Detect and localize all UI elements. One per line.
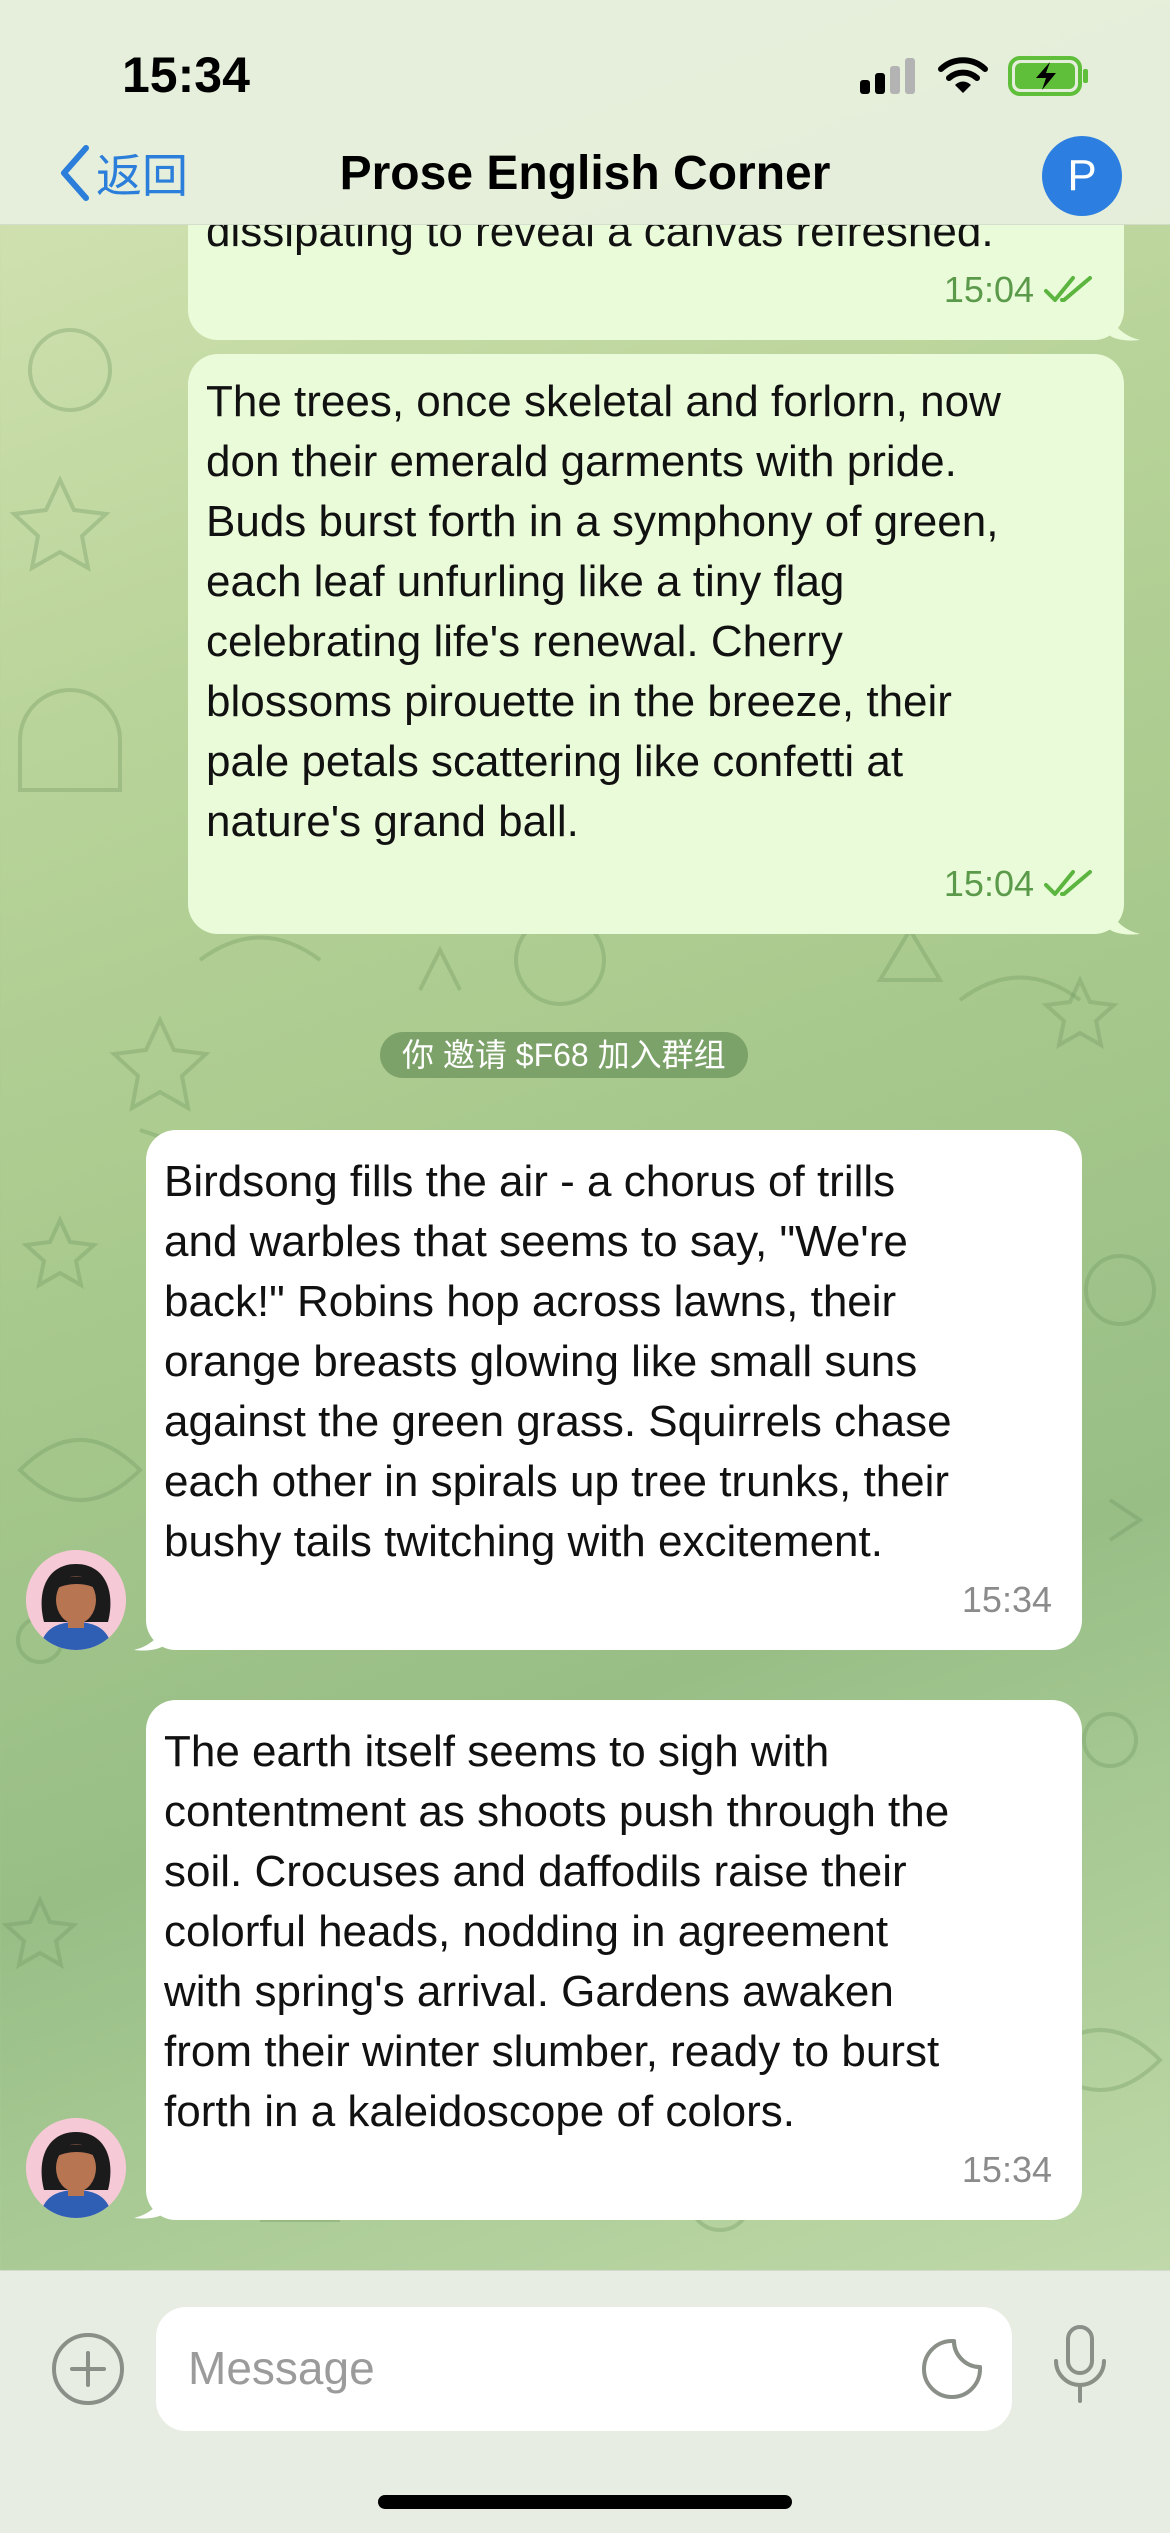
attach-button[interactable]: [50, 2331, 126, 2412]
chat-title[interactable]: Prose English Corner: [0, 146, 1170, 201]
signal-icon: [860, 58, 915, 94]
message-time: 15:34: [961, 2149, 1052, 2190]
message-meta: 15:04: [944, 854, 1094, 914]
message-bubble-incoming[interactable]: The earth itself seems to sigh with cont…: [146, 1700, 1082, 2220]
sticker-icon: [922, 2339, 982, 2399]
composer-bar: [0, 2270, 1170, 2533]
plus-circle-icon: [52, 2333, 124, 2405]
message-meta: 15:34: [962, 1570, 1052, 1630]
service-message: 你 邀请 $F68 加入群组: [380, 1032, 748, 1078]
double-check-icon: [1044, 276, 1092, 302]
battery-charging-icon: [1008, 56, 1088, 96]
message-text: Birdsong fills the air - a chorus of tri…: [164, 1157, 952, 1566]
bubble-tail: [134, 1612, 168, 1651]
bubble-tail: [1106, 896, 1140, 935]
message-text: dissipating to reveal a canvas refreshed…: [206, 224, 994, 256]
sticker-button[interactable]: [920, 2337, 984, 2406]
chat-avatar[interactable]: P: [1042, 136, 1122, 216]
message-input-box[interactable]: [156, 2307, 1012, 2431]
double-check-icon: [1044, 870, 1092, 896]
message-time: 15:34: [961, 1579, 1052, 1620]
message-time: 15:04: [943, 269, 1034, 310]
status-icons: [860, 56, 1090, 96]
message-meta: 15:04: [944, 260, 1094, 320]
microphone-icon: [1054, 2325, 1106, 2403]
person-avatar-icon: [26, 2118, 126, 2218]
message-list: dissipating to reveal a canvas refreshed…: [0, 224, 1170, 2270]
bubble-tail: [134, 2180, 168, 2219]
bubble-tail: [1106, 302, 1140, 341]
microphone-button[interactable]: [1048, 2323, 1112, 2412]
message-bubble-outgoing[interactable]: dissipating to reveal a canvas refreshed…: [188, 224, 1124, 340]
message-text: The earth itself seems to sigh with cont…: [164, 1727, 950, 2136]
sender-avatar[interactable]: [26, 1550, 126, 1650]
home-indicator: [378, 2495, 792, 2509]
status-time: 15:34: [122, 47, 250, 103]
person-avatar-icon: [26, 1550, 126, 1650]
message-time: 15:04: [943, 863, 1034, 904]
sender-avatar[interactable]: [26, 2118, 126, 2218]
top-bar: 15:34 返回 Prose English Corner P: [0, 0, 1170, 225]
message-input[interactable]: [186, 2337, 870, 2399]
wifi-icon: [938, 57, 988, 93]
message-meta: 15:34: [962, 2140, 1052, 2200]
message-bubble-outgoing[interactable]: The trees, once skeletal and forlorn, no…: [188, 354, 1124, 934]
message-bubble-incoming[interactable]: Birdsong fills the air - a chorus of tri…: [146, 1130, 1082, 1650]
message-text: The trees, once skeletal and forlorn, no…: [206, 377, 1001, 846]
